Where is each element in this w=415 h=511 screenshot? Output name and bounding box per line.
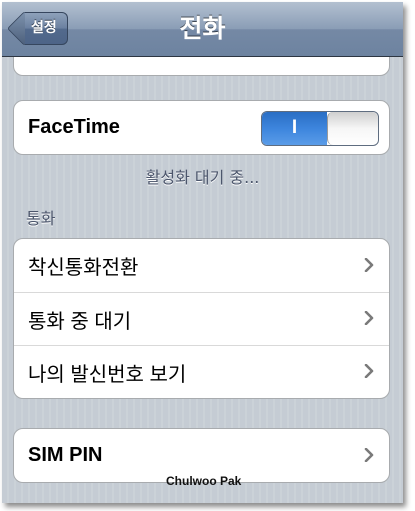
facetime-label: FaceTime (28, 116, 120, 138)
settings-screen: 전화 설정 FaceTime I 활성화 대기 중... 통화 착신통화전환 통… (2, 2, 403, 503)
row-label: 나의 발신번호 보기 (28, 363, 187, 386)
back-button-label: 설정 (25, 12, 68, 45)
navigation-bar: 전화 설정 (2, 2, 403, 57)
facetime-row: FaceTime I (14, 101, 389, 154)
facetime-toggle[interactable]: I (261, 110, 379, 146)
call-settings-group: 착신통화전환 통화 중 대기 나의 발신번호 보기 (13, 238, 390, 399)
chevron-right-icon (364, 311, 374, 325)
chevron-right-icon (364, 257, 374, 272)
chevron-right-icon (364, 447, 374, 462)
toggle-knob (327, 111, 378, 145)
row-label: 통화 중 대기 (28, 310, 132, 333)
facetime-group: FaceTime I (13, 100, 390, 155)
watermark: Chulwoo Pak (166, 474, 242, 488)
section-header-calls: 통화 (26, 209, 56, 228)
call-waiting-row[interactable]: 통화 중 대기 (14, 292, 389, 345)
chevron-right-icon (364, 364, 374, 378)
row-label: 착신통화전환 (28, 257, 139, 279)
sim-pin-label: SIM PIN (28, 444, 103, 466)
facetime-status: 활성화 대기 중... (145, 168, 260, 187)
show-caller-id-row[interactable]: 나의 발신번호 보기 (14, 345, 389, 398)
call-forwarding-row[interactable]: 착신통화전환 (14, 239, 389, 292)
back-button[interactable]: 설정 (6, 10, 68, 47)
toggle-on-label: I (262, 111, 327, 145)
